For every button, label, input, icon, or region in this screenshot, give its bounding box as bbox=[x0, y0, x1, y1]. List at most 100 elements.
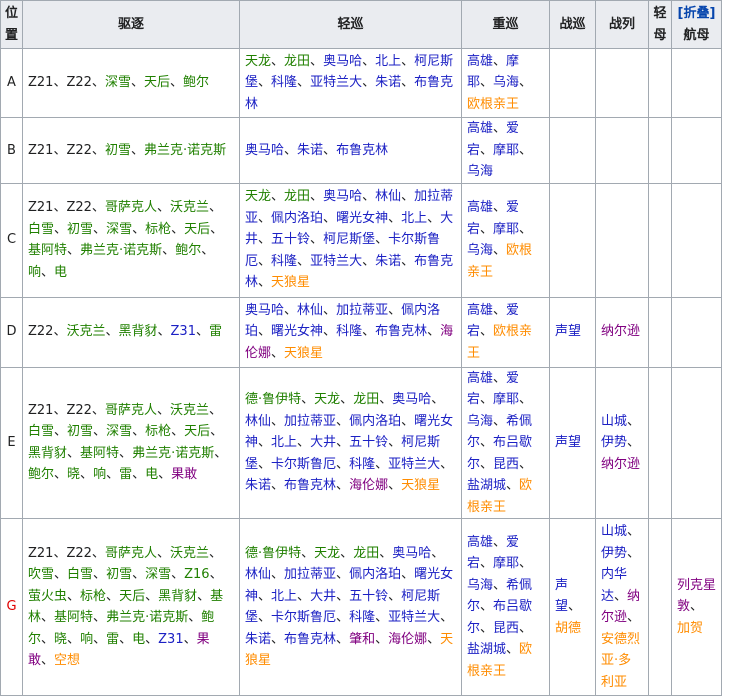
ship-link[interactable]: 摩耶 bbox=[493, 556, 519, 571]
ship-link[interactable]: 深雪 bbox=[106, 424, 132, 439]
ship-link[interactable]: 林仙 bbox=[245, 414, 271, 429]
ship-link[interactable]: 加贺 bbox=[677, 621, 703, 636]
ship-link[interactable]: 卡尔斯鲁厄 bbox=[271, 457, 336, 472]
ship-link[interactable]: 弗兰克·诺克斯 bbox=[132, 446, 214, 461]
ship-link[interactable]: 鲍尔 bbox=[183, 75, 209, 90]
ship-link[interactable]: 哥萨克人 bbox=[105, 546, 157, 561]
ship-link[interactable]: 曙光女神 bbox=[336, 211, 388, 226]
ship-link[interactable]: Z22 bbox=[66, 200, 91, 215]
ship-link[interactable]: 佩内洛珀 bbox=[349, 567, 401, 582]
ship-link[interactable]: 五十铃 bbox=[349, 435, 388, 450]
ship-link[interactable]: 响 bbox=[93, 467, 106, 482]
ship-link[interactable]: 科隆 bbox=[336, 324, 362, 339]
ship-link[interactable]: 鲍尔 bbox=[28, 467, 54, 482]
ship-link[interactable]: 鲍尔 bbox=[175, 243, 201, 258]
ship-link[interactable]: 晓 bbox=[67, 467, 80, 482]
ship-link[interactable]: 空想 bbox=[54, 653, 80, 668]
ship-link[interactable]: 亚特兰大 bbox=[310, 254, 362, 269]
ship-link[interactable]: 白雪 bbox=[28, 222, 54, 237]
ship-link[interactable]: 德·鲁伊特 bbox=[245, 392, 301, 407]
ship-link[interactable]: Z22 bbox=[66, 143, 91, 158]
ship-link[interactable]: 加拉蒂亚 bbox=[336, 303, 388, 318]
ship-link[interactable]: 肇和 bbox=[349, 632, 375, 647]
ship-link[interactable]: 高雄 bbox=[467, 121, 493, 136]
ship-link[interactable]: 沃克兰 bbox=[170, 546, 209, 561]
ship-link[interactable]: 大井 bbox=[310, 589, 336, 604]
ship-link[interactable]: 昆西 bbox=[493, 621, 519, 636]
ship-link[interactable]: 布鲁克林 bbox=[375, 324, 427, 339]
ship-link[interactable]: 加拉蒂亚 bbox=[284, 567, 336, 582]
ship-link[interactable]: 雷 bbox=[209, 324, 222, 339]
ship-link[interactable]: 奥马哈 bbox=[245, 143, 284, 158]
ship-link[interactable]: 标枪 bbox=[80, 589, 106, 604]
ship-link[interactable]: 安德烈亚·多利亚 bbox=[601, 632, 640, 690]
ship-link[interactable]: 乌海 bbox=[467, 164, 493, 179]
ship-link[interactable]: 吹雪 bbox=[28, 567, 54, 582]
ship-link[interactable]: 乌海 bbox=[467, 578, 493, 593]
ship-link[interactable]: 弗兰克·诺克斯 bbox=[80, 243, 162, 258]
ship-link[interactable]: Z16 bbox=[184, 567, 209, 582]
ship-link[interactable]: 哥萨克人 bbox=[105, 200, 157, 215]
ship-link[interactable]: 奥马哈 bbox=[323, 54, 362, 69]
ship-link[interactable]: 黑背豺 bbox=[158, 589, 197, 604]
ship-link[interactable]: 海伦娜 bbox=[388, 632, 427, 647]
ship-link[interactable]: Z21 bbox=[28, 143, 53, 158]
ship-link[interactable]: 白雪 bbox=[28, 424, 54, 439]
ship-link[interactable]: 布鲁克林 bbox=[284, 632, 336, 647]
ship-link[interactable]: 白雪 bbox=[67, 567, 93, 582]
ship-link[interactable]: 山城 bbox=[601, 414, 627, 429]
ship-link[interactable]: 林仙 bbox=[297, 303, 323, 318]
ship-link[interactable]: 林仙 bbox=[245, 567, 271, 582]
ship-link[interactable]: 乌海 bbox=[467, 243, 493, 258]
ship-link[interactable]: 雷 bbox=[106, 632, 119, 647]
ship-link[interactable]: 响 bbox=[80, 632, 93, 647]
ship-link[interactable]: 胡德 bbox=[555, 621, 581, 636]
ship-link[interactable]: 弗兰克·诺克斯 bbox=[144, 143, 226, 158]
ship-link[interactable]: 德·鲁伊特 bbox=[245, 546, 301, 561]
ship-link[interactable]: 昆西 bbox=[493, 457, 519, 472]
ship-link[interactable]: 龙田 bbox=[284, 189, 310, 204]
ship-link[interactable]: 沃克兰 bbox=[170, 403, 209, 418]
ship-link[interactable]: 五十铃 bbox=[271, 232, 310, 247]
ship-link[interactable]: 声望 bbox=[555, 324, 581, 339]
ship-link[interactable]: 果敢 bbox=[171, 467, 197, 482]
ship-link[interactable]: 黑背豺 bbox=[119, 324, 158, 339]
ship-link[interactable]: 基阿特 bbox=[54, 610, 93, 625]
ship-link[interactable]: 北上 bbox=[271, 589, 297, 604]
ship-link[interactable]: 高雄 bbox=[467, 200, 493, 215]
ship-link[interactable]: 纳尔逊 bbox=[601, 324, 640, 339]
ship-link[interactable]: 北上 bbox=[375, 54, 401, 69]
ship-link[interactable]: 北上 bbox=[271, 435, 297, 450]
ship-link[interactable]: 奥马哈 bbox=[392, 392, 431, 407]
ship-link[interactable]: 天后 bbox=[119, 589, 145, 604]
ship-link[interactable]: 加拉蒂亚 bbox=[284, 414, 336, 429]
ship-link[interactable]: 北上 bbox=[401, 211, 427, 226]
ship-link[interactable]: 天后 bbox=[184, 424, 210, 439]
ship-link[interactable]: 萤火虫 bbox=[28, 589, 67, 604]
ship-link[interactable]: 天狼星 bbox=[401, 478, 440, 493]
ship-link[interactable]: 天龙 bbox=[245, 189, 271, 204]
ship-link[interactable]: Z22 bbox=[66, 546, 91, 561]
ship-link[interactable]: 摩耶 bbox=[493, 222, 519, 237]
ship-link[interactable]: 高雄 bbox=[467, 303, 493, 318]
ship-link[interactable]: Z31 bbox=[158, 632, 183, 647]
ship-link[interactable]: 深雪 bbox=[105, 75, 131, 90]
ship-link[interactable]: 初雪 bbox=[67, 222, 93, 237]
ship-link[interactable]: 朱诺 bbox=[245, 478, 271, 493]
ship-link[interactable]: 龙田 bbox=[284, 54, 310, 69]
collapse-toggle-link[interactable]: [折叠] bbox=[674, 3, 719, 25]
ship-link[interactable]: 五十铃 bbox=[349, 589, 388, 604]
ship-link[interactable]: 朱诺 bbox=[245, 632, 271, 647]
ship-link[interactable]: 乌海 bbox=[493, 75, 519, 90]
ship-link[interactable]: 高雄 bbox=[467, 535, 493, 550]
ship-link[interactable]: 乌海 bbox=[467, 414, 493, 429]
ship-link[interactable]: 亚特兰大 bbox=[388, 457, 440, 472]
ship-link[interactable]: 奥马哈 bbox=[323, 189, 362, 204]
ship-link[interactable]: 黑背豺 bbox=[28, 446, 67, 461]
ship-link[interactable]: Z21 bbox=[28, 403, 53, 418]
ship-link[interactable]: 天狼星 bbox=[271, 275, 310, 290]
ship-link[interactable]: 天龙 bbox=[314, 546, 340, 561]
ship-link[interactable]: 电 bbox=[132, 632, 145, 647]
ship-link[interactable]: 弗兰克·诺克斯 bbox=[106, 610, 188, 625]
ship-link[interactable]: 龙田 bbox=[353, 546, 379, 561]
